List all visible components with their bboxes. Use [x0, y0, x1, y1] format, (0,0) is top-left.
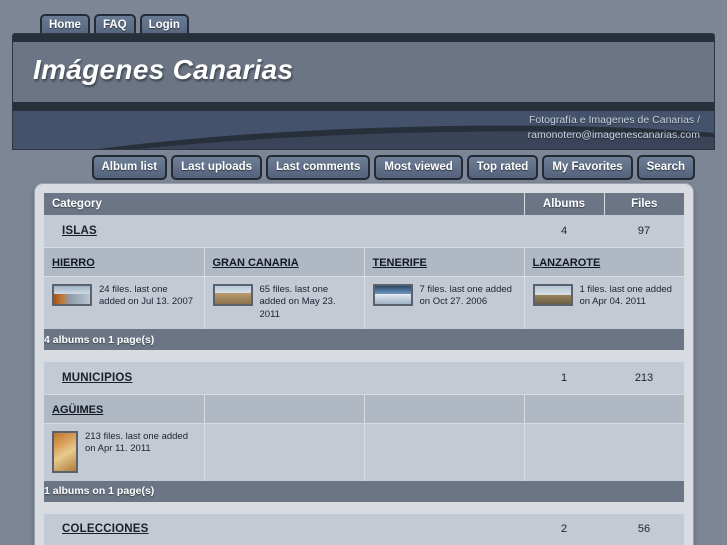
main-navigation-bar: Album list Last uploads Last comments Mo… — [0, 155, 727, 180]
banner-lower-band: Fotografía e Imagenes de Canarias / ramo… — [13, 111, 714, 149]
album-thumbnail-lanzarote[interactable] — [532, 283, 573, 306]
pager-municipios: 1 albums on 1 page(s) — [44, 480, 684, 502]
category-albums-count: 1 — [524, 362, 604, 395]
album-header-cell[interactable]: AGÜIMES — [44, 394, 205, 424]
album-cell-empty — [204, 423, 365, 481]
column-header-files: Files — [604, 193, 684, 215]
album-cell: 65 files. last one added on May 23. 2011 — [204, 276, 365, 329]
pager-row: 4 albums on 1 page(s) — [44, 329, 684, 350]
album-header-cell[interactable]: HIERRO — [44, 247, 205, 277]
category-albums-count: 4 — [524, 215, 604, 248]
album-header-cell[interactable]: GRAN CANARIA — [204, 247, 365, 277]
album-thumbnail-gran-canaria[interactable] — [212, 283, 253, 306]
tagline-line-1: Fotografía e Imagenes de Canarias / — [528, 114, 700, 126]
album-link-hierro[interactable]: HIERRO — [52, 257, 95, 269]
category-link-colecciones[interactable]: COLECCIONES — [44, 513, 524, 545]
banner-divider-rule — [13, 102, 714, 111]
album-meta-gran-canaria: 65 files. last one added on May 23. 2011 — [259, 283, 336, 320]
table-header-row: Category Albums Files — [44, 193, 684, 215]
category-files-count: 213 — [604, 362, 684, 395]
album-thumbnail-aguimes[interactable] — [52, 430, 78, 473]
column-header-albums: Albums — [524, 193, 605, 215]
album-body-row: 213 files. last one added on Apr 11. 201… — [44, 423, 684, 481]
album-link-tenerife[interactable]: TENERIFE — [373, 257, 427, 269]
category-panel: Category Albums Files ISLAS 4 97 HIERRO … — [34, 183, 694, 545]
album-title-row: HIERRO GRAN CANARIA TENERIFE LANZAROTE — [44, 247, 684, 277]
tab-faq[interactable]: FAQ — [93, 14, 136, 35]
album-grid-row: HIERRO GRAN CANARIA TENERIFE LANZAROTE 2… — [44, 247, 684, 329]
category-table: Category Albums Files ISLAS 4 97 HIERRO … — [44, 193, 684, 545]
album-meta-aguimes: 213 files. last one added on Apr 11. 201… — [85, 430, 188, 455]
nav-top-rated[interactable]: Top rated — [466, 155, 539, 180]
category-link-municipios[interactable]: MUNICIPIOS — [44, 362, 524, 395]
site-tagline: Fotografía e Imagenes de Canarias / ramo… — [280, 113, 700, 143]
album-table: HIERRO GRAN CANARIA TENERIFE LANZAROTE 2… — [44, 247, 684, 329]
album-link-aguimes[interactable]: AGÜIMES — [52, 404, 103, 416]
album-table: AGÜIMES 213 files. last one added on Apr… — [44, 394, 684, 481]
album-cell: 24 files. last one added on Jul 13. 2007 — [44, 276, 205, 329]
album-cell: 7 files. last one added on Oct 27. 2006 — [364, 276, 525, 329]
pager-islas: 4 albums on 1 page(s) — [44, 329, 684, 350]
nav-album-list[interactable]: Album list — [91, 155, 168, 180]
nav-my-favorites[interactable]: My Favorites — [542, 155, 633, 180]
nav-search[interactable]: Search — [636, 155, 695, 180]
album-header-cell[interactable]: LANZAROTE — [524, 247, 684, 277]
album-thumbnail-tenerife[interactable] — [372, 283, 413, 306]
tab-home[interactable]: Home — [40, 14, 90, 35]
nav-last-uploads[interactable]: Last uploads — [171, 155, 263, 180]
table-row[interactable]: COLECCIONES 2 56 — [44, 513, 684, 545]
album-grid-municipios: AGÜIMES 213 files. last one added on Apr… — [44, 394, 684, 481]
column-header-category: Category — [44, 193, 525, 215]
album-meta-hierro: 24 files. last one added on Jul 13. 2007 — [99, 283, 194, 308]
category-files-count: 56 — [604, 513, 684, 545]
tagline-line-2: ramonotero@imagenescanarias.com — [527, 129, 700, 141]
pager-row: 1 albums on 1 page(s) — [44, 480, 684, 502]
album-link-lanzarote[interactable]: LANZAROTE — [533, 257, 601, 269]
album-header-cell-empty — [204, 394, 365, 424]
album-cell-empty — [524, 423, 684, 481]
top-tab-bar: Home FAQ Login — [0, 0, 727, 36]
spacer-row — [44, 350, 684, 362]
site-title: Imágenes Canarias — [33, 54, 294, 85]
album-cell: 213 files. last one added on Apr 11. 201… — [44, 423, 205, 481]
category-files-count: 97 — [604, 215, 684, 248]
category-link-islas[interactable]: ISLAS — [44, 215, 524, 248]
album-header-cell[interactable]: TENERIFE — [364, 247, 525, 277]
site-banner: Imágenes Canarias Fotografía e Imagenes … — [12, 33, 715, 150]
nav-most-viewed[interactable]: Most viewed — [374, 155, 463, 180]
album-cell-empty — [364, 423, 525, 481]
nav-last-comments[interactable]: Last comments — [266, 155, 371, 180]
album-meta-tenerife: 7 files. last one added on Oct 27. 2006 — [419, 283, 512, 308]
album-meta-lanzarote: 1 files. last one added on Apr 04. 2011 — [579, 283, 672, 308]
album-title-row: AGÜIMES — [44, 394, 684, 424]
banner-top-rule — [13, 34, 714, 42]
category-albums-count: 2 — [524, 513, 604, 545]
album-cell: 1 files. last one added on Apr 04. 2011 — [524, 276, 684, 329]
album-header-cell-empty — [524, 394, 684, 424]
tab-login[interactable]: Login — [139, 14, 189, 35]
page-root: Home FAQ Login Imágenes Canarias Fotogra… — [0, 0, 727, 545]
album-header-cell-empty — [364, 394, 525, 424]
album-grid-islas: HIERRO GRAN CANARIA TENERIFE LANZAROTE 2… — [44, 247, 684, 329]
album-thumbnail-hierro[interactable] — [52, 283, 92, 306]
table-row[interactable]: ISLAS 4 97 — [44, 215, 684, 248]
table-row[interactable]: MUNICIPIOS 1 213 — [44, 362, 684, 395]
album-body-row: 24 files. last one added on Jul 13. 2007 — [44, 276, 684, 329]
spacer-row — [44, 501, 684, 514]
album-link-gran-canaria[interactable]: GRAN CANARIA — [213, 257, 299, 269]
album-grid-row: AGÜIMES 213 files. last one added on Apr… — [44, 394, 684, 481]
